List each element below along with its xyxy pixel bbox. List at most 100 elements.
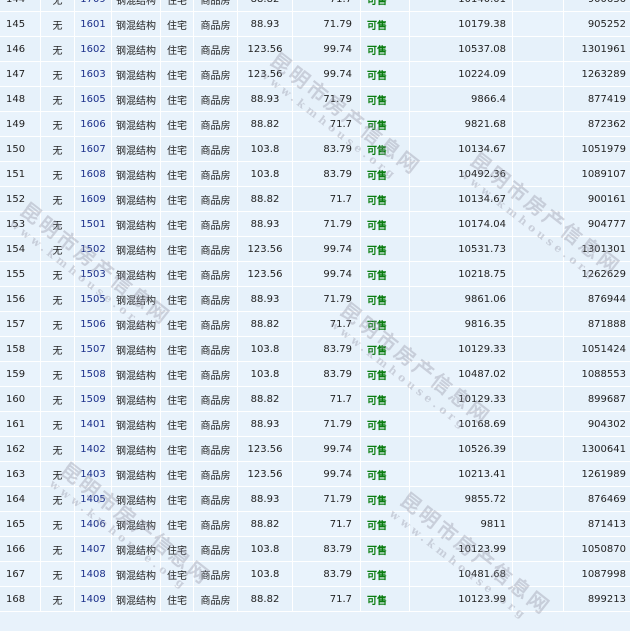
unit-number-link-cell[interactable]: 1402	[75, 437, 112, 462]
spacer-cell	[513, 87, 564, 112]
usage-cell: 住宅	[161, 12, 194, 37]
row-number-cell: 167	[0, 562, 41, 587]
unit-number-link-cell[interactable]: 1709	[75, 0, 112, 12]
structure-cell: 钢混结构	[112, 237, 161, 262]
house-type-cell: 商品房	[194, 312, 238, 337]
unit-price-cell: 9866.4	[410, 87, 513, 112]
unit-number-link-cell[interactable]: 1407	[75, 537, 112, 562]
house-type-cell: 商品房	[194, 62, 238, 87]
bsuffix-cell: 无	[41, 112, 75, 137]
unit-number-link-cell[interactable]: 1602	[75, 37, 112, 62]
build-area-cell: 88.93	[238, 87, 293, 112]
unit-price-cell: 10140.01	[410, 0, 513, 12]
unit-price-cell: 10526.39	[410, 437, 513, 462]
inner-area-cell: 71.7	[293, 112, 361, 137]
table-row: 148无1605钢混结构住宅商品房88.9371.79可售9866.487741…	[0, 87, 630, 112]
sale-status-cell: 可售	[361, 12, 410, 37]
unit-number-link-cell[interactable]: 1502	[75, 237, 112, 262]
usage-cell: 住宅	[161, 387, 194, 412]
usage-cell: 住宅	[161, 462, 194, 487]
unit-number-link-cell[interactable]: 1408	[75, 562, 112, 587]
unit-number-link-cell[interactable]: 1507	[75, 337, 112, 362]
inner-area-cell: 99.74	[293, 62, 361, 87]
unit-number-link-cell[interactable]: 1605	[75, 87, 112, 112]
house-type-cell: 商品房	[194, 12, 238, 37]
sale-status-cell: 可售	[361, 87, 410, 112]
spacer-cell	[513, 287, 564, 312]
row-number-cell: 166	[0, 537, 41, 562]
sale-status-cell: 可售	[361, 537, 410, 562]
bsuffix-cell: 无	[41, 137, 75, 162]
bsuffix-cell: 无	[41, 162, 75, 187]
total-price-cell: 1301301	[564, 237, 630, 262]
inner-area-cell: 71.7	[293, 387, 361, 412]
unit-price-cell: 9821.68	[410, 112, 513, 137]
house-type-cell: 商品房	[194, 587, 238, 612]
unit-number-link-cell[interactable]: 1506	[75, 312, 112, 337]
total-price-cell: 899687	[564, 387, 630, 412]
house-type-cell: 商品房	[194, 337, 238, 362]
inner-area-cell: 71.7	[293, 512, 361, 537]
spacer-cell	[513, 362, 564, 387]
unit-number-link-cell[interactable]: 1401	[75, 412, 112, 437]
inner-area-cell: 83.79	[293, 162, 361, 187]
usage-cell: 住宅	[161, 437, 194, 462]
build-area-cell: 103.8	[238, 362, 293, 387]
usage-cell: 住宅	[161, 162, 194, 187]
inner-area-cell: 71.7	[293, 187, 361, 212]
inner-area-cell: 83.79	[293, 362, 361, 387]
unit-price-cell: 10531.73	[410, 237, 513, 262]
unit-number-link-cell[interactable]: 1505	[75, 287, 112, 312]
unit-price-cell: 10213.41	[410, 462, 513, 487]
usage-cell: 住宅	[161, 237, 194, 262]
unit-number-link-cell[interactable]: 1503	[75, 262, 112, 287]
build-area-cell: 88.82	[238, 312, 293, 337]
unit-number-link-cell[interactable]: 1501	[75, 212, 112, 237]
unit-number-link-cell[interactable]: 1508	[75, 362, 112, 387]
structure-cell: 钢混结构	[112, 162, 161, 187]
total-price-cell: 1262629	[564, 262, 630, 287]
sale-status-cell: 可售	[361, 437, 410, 462]
bsuffix-cell: 无	[41, 37, 75, 62]
inner-area-cell: 71.7	[293, 312, 361, 337]
unit-number-link-cell[interactable]: 1403	[75, 462, 112, 487]
row-number-cell: 162	[0, 437, 41, 462]
unit-number-link-cell[interactable]: 1509	[75, 387, 112, 412]
unit-number-link-cell[interactable]: 1406	[75, 512, 112, 537]
build-area-cell: 88.93	[238, 287, 293, 312]
sale-status-cell: 可售	[361, 112, 410, 137]
unit-number-link-cell[interactable]: 1409	[75, 587, 112, 612]
usage-cell: 住宅	[161, 562, 194, 587]
unit-price-cell: 9855.72	[410, 487, 513, 512]
unit-number-link-cell[interactable]: 1603	[75, 62, 112, 87]
build-area-cell: 88.82	[238, 512, 293, 537]
bsuffix-cell: 无	[41, 537, 75, 562]
spacer-cell	[513, 137, 564, 162]
house-type-cell: 商品房	[194, 562, 238, 587]
unit-number-link-cell[interactable]: 1607	[75, 137, 112, 162]
spacer-cell	[513, 587, 564, 612]
table-row: 166无1407钢混结构住宅商品房103.883.79可售10123.99105…	[0, 537, 630, 562]
build-area-cell: 88.93	[238, 212, 293, 237]
table-row: 160无1509钢混结构住宅商品房88.8271.7可售10129.338996…	[0, 387, 630, 412]
unit-number-link-cell[interactable]: 1609	[75, 187, 112, 212]
sale-status-cell: 可售	[361, 362, 410, 387]
bsuffix-cell: 无	[41, 562, 75, 587]
unit-number-link-cell[interactable]: 1608	[75, 162, 112, 187]
row-number-cell: 156	[0, 287, 41, 312]
inner-area-cell: 99.74	[293, 37, 361, 62]
build-area-cell: 88.93	[238, 412, 293, 437]
row-number-cell: 161	[0, 412, 41, 437]
unit-number-link-cell[interactable]: 1606	[75, 112, 112, 137]
total-price-cell: 904777	[564, 212, 630, 237]
structure-cell: 钢混结构	[112, 337, 161, 362]
unit-number-link-cell[interactable]: 1405	[75, 487, 112, 512]
table-row: 151无1608钢混结构住宅商品房103.883.79可售10492.36108…	[0, 162, 630, 187]
spacer-cell	[513, 562, 564, 587]
build-area-cell: 103.8	[238, 562, 293, 587]
table-row: 158无1507钢混结构住宅商品房103.883.79可售10129.33105…	[0, 337, 630, 362]
inner-area-cell: 71.7	[293, 587, 361, 612]
unit-number-link-cell[interactable]: 1601	[75, 12, 112, 37]
sale-status-cell: 可售	[361, 512, 410, 537]
table-row: 150无1607钢混结构住宅商品房103.883.79可售10134.67105…	[0, 137, 630, 162]
